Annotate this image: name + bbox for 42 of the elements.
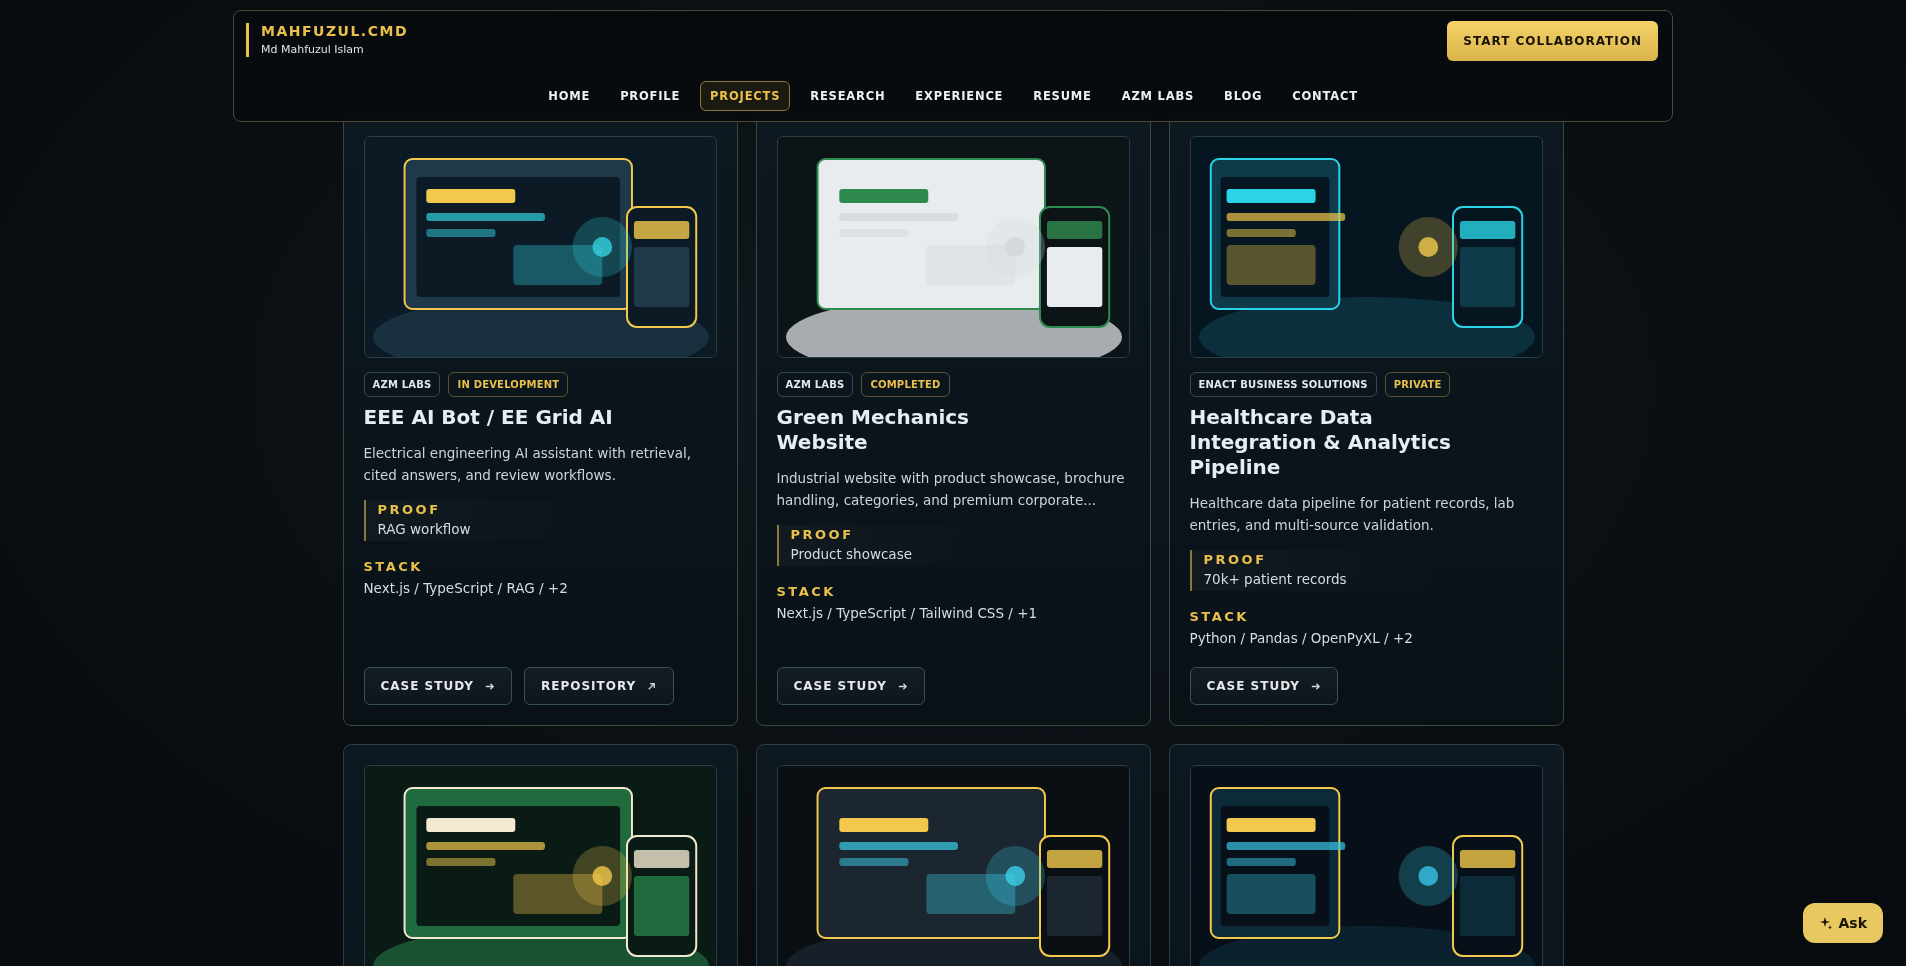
project-description: Industrial website with product showcase, brochure handling, categories, and premium corporate... bbox=[776, 469, 1126, 510]
nav-link[interactable]: RESUME bbox=[1023, 81, 1102, 111]
ask-button[interactable]: Ask bbox=[1802, 903, 1883, 943]
nav-link[interactable]: PROFILE bbox=[610, 81, 691, 111]
stack-text: Next.js / TypeScript / Tailwind CSS / +1 bbox=[776, 605, 1039, 621]
tag: ENACT BUSINESS SOLUTIONS bbox=[1189, 372, 1377, 397]
proof-text: 70k+ patient records bbox=[1203, 571, 1348, 587]
proof-text: RAG workflow bbox=[377, 521, 472, 537]
case-study-button[interactable]: CASE STUDY bbox=[1189, 667, 1338, 705]
nav-link[interactable]: PROJECTS bbox=[700, 81, 791, 111]
stack-label: STACK bbox=[776, 584, 837, 599]
stack-text: Python / Pandas / OpenPyXL / +2 bbox=[1189, 630, 1414, 646]
project-description: Healthcare data pipeline for patient records, lab entries, and multi-source validation. bbox=[1189, 494, 1516, 535]
brand-subtitle: Md Mahfuzul Islam bbox=[261, 43, 365, 56]
project-title: Green Mechanics Website bbox=[776, 405, 971, 455]
nav-link[interactable]: AZM LABS bbox=[1111, 81, 1205, 111]
collaboration-button[interactable]: START COLLABORATION bbox=[1447, 21, 1658, 61]
case-study-button[interactable]: CASE STUDY bbox=[363, 667, 512, 705]
repository-button[interactable]: REPOSITORY bbox=[523, 667, 675, 705]
nav-link[interactable]: EXPERIENCE bbox=[905, 81, 1014, 111]
proof-text: Product showcase bbox=[790, 546, 913, 562]
proof-label: PROOF bbox=[1203, 552, 1268, 567]
tag: PRIVATE bbox=[1384, 372, 1451, 397]
proof-label: PROOF bbox=[377, 502, 442, 517]
tag: COMPLETED bbox=[861, 372, 950, 397]
case-study-button[interactable]: CASE STUDY bbox=[776, 667, 925, 705]
tag: AZM LABS bbox=[363, 372, 441, 397]
tag: AZM LABS bbox=[776, 372, 854, 397]
project-description: Electrical engineering AI assistant with retrieval, cited answers, and review workflows. bbox=[363, 444, 692, 485]
external-link-icon bbox=[646, 680, 658, 692]
stack-label: STACK bbox=[363, 559, 424, 574]
proof-label: PROOF bbox=[790, 527, 855, 542]
stack-text: Next.js / TypeScript / RAG / +2 bbox=[363, 580, 569, 596]
nav-link[interactable]: CONTACT bbox=[1282, 81, 1368, 111]
nav-link[interactable]: RESEARCH bbox=[800, 81, 896, 111]
brand-name[interactable]: MAHFUZUL.CMD bbox=[261, 23, 408, 39]
project-title: Healthcare Data Integration & Analytics Pipeline bbox=[1189, 405, 1453, 480]
nav-link[interactable]: BLOG bbox=[1214, 81, 1273, 111]
project-title: EEE AI Bot / EE Grid AI bbox=[363, 405, 614, 430]
stack-label: STACK bbox=[1189, 609, 1250, 624]
nav-link[interactable]: HOME bbox=[538, 81, 601, 111]
tag: IN DEVELOPMENT bbox=[448, 372, 569, 397]
